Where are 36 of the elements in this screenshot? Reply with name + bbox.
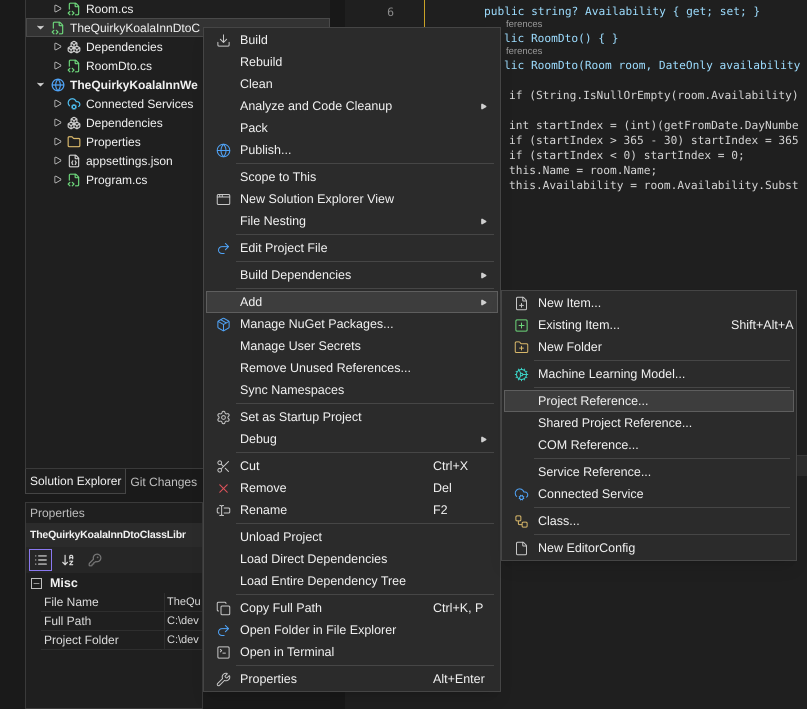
code-line: public string? Availability { get; set; } (484, 4, 762, 19)
object-name: TheQuirkyKoalaInnDtoClassLibr (26, 523, 202, 547)
tree-label: Connected Services (86, 96, 194, 112)
shortcut-label: Del (433, 480, 452, 497)
code-line: lic RoomDto() { } (503, 31, 620, 46)
tree-label: Program.cs (86, 172, 148, 188)
property-name: File Name (41, 593, 165, 611)
panel-title: Properties (29, 505, 86, 522)
code-line: this.Name = room.Name; (508, 163, 658, 178)
tree-label: Properties (86, 134, 141, 150)
shortcut-label: Ctrl+X (433, 458, 468, 475)
property-name: Project Folder (41, 631, 165, 649)
code-line: if (startIndex > 365 - 30) startIndex = 365 (508, 133, 800, 148)
codelens-text: ferences (505, 46, 544, 58)
tree-label: Dependencies (86, 38, 163, 56)
shortcut-label: Ctrl+K, P (433, 600, 484, 617)
shortcut-label: F2 (433, 502, 448, 519)
code-line: this.Availability = room.Availability.Subst (508, 178, 800, 193)
code-line: if (String.IsNullOrEmpty(room.Availability) (508, 88, 800, 103)
tree-label: TheQuirkyKoalaInnDtoC (70, 20, 200, 36)
tree-label: RoomDto.cs (86, 58, 152, 74)
property-value: C:\dev (166, 633, 200, 648)
code-line: if (startIndex < 0) startIndex = 0; (508, 148, 746, 163)
codelens-text: ferences (505, 19, 544, 31)
shortcut-label: Alt+Enter (433, 670, 485, 688)
property-value: C:\dev (166, 614, 200, 629)
tree-label: appsettings.json (86, 152, 173, 170)
line-number: 6 (387, 5, 394, 19)
property-value: TheQu (166, 595, 202, 610)
code-line: int startIndex = (int)(getFromDate.DayNumbe (508, 118, 800, 133)
tree-label: TheQuirkyKoalaInnWe (70, 76, 198, 94)
property-name: Full Path (41, 612, 165, 630)
code-line: lic RoomDto(Room room, DateOnly availability (503, 58, 800, 73)
tree-label: Dependencies (86, 114, 163, 132)
tree-label: Room.cs (86, 0, 134, 18)
shortcut-label: Shift+Alt+A (731, 316, 794, 334)
